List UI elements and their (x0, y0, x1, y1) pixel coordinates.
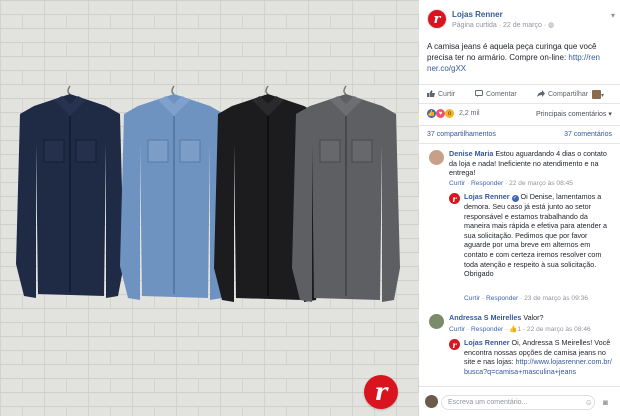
share-label: Compartilhar (548, 91, 589, 98)
comment-text: Valor? (523, 313, 544, 322)
globe-icon: ◍ (548, 22, 555, 29)
post-sidebar: r Lojas Renner Página curtida · 22 de ma… (419, 0, 620, 416)
reply-time[interactable]: 23 de março às 09:36 (524, 295, 588, 302)
like-count: 1 (517, 326, 522, 333)
reply-reply-link[interactable]: Responder (486, 295, 518, 302)
like-label: Curtir (438, 91, 456, 98)
mini-avatar-icon (592, 90, 601, 99)
post-text: A camisa jeans é aquela peça curinga que… (427, 41, 615, 74)
thumbs-up-icon (427, 90, 435, 97)
comment-like-link[interactable]: Curtir (449, 326, 465, 333)
brand-logo-letter: r (374, 377, 388, 406)
reply: Lojas Renner ✓ Oi Denise, lamentamos a d… (464, 192, 614, 279)
reply-text: Oi Denise, lamentamos a demora. Seu caso… (464, 192, 608, 269)
wow-reaction-icon: o (445, 109, 454, 118)
reply-author[interactable]: Lojas Renner (464, 192, 510, 201)
avatar (425, 395, 438, 408)
like-reaction-icon: 👍 (427, 109, 436, 118)
comment-button[interactable]: Comentar (475, 90, 517, 98)
profile-switch[interactable]: ▾ (592, 90, 604, 99)
post-photo[interactable]: r (0, 0, 419, 416)
avatar-letter: r (452, 193, 457, 204)
comment-actions: Curtir · Responder · 👍1 · 22 de março às… (449, 326, 591, 333)
share-button[interactable]: Compartilhar (537, 90, 588, 98)
avatar[interactable] (429, 150, 444, 165)
reactions-row: 👍 ♥ o 2,2 mil Principais comentários ▾ (419, 106, 620, 122)
share-icon (537, 90, 545, 97)
page-name[interactable]: Lojas Renner (452, 10, 503, 19)
comment-reply-link[interactable]: Responder (471, 326, 503, 333)
reply-signoff: Obrigado (464, 269, 494, 279)
comment-composer: Escreva um comentário... ☺ ◙ (419, 386, 620, 416)
divider (419, 143, 620, 144)
emoji-camera-icons[interactable]: ☺ ◙ (585, 398, 612, 407)
comment-reply-link[interactable]: Responder (471, 180, 503, 187)
shirt-dark-navy (16, 85, 124, 298)
action-bar: Curtir Comentar Compartilhar ▾ (419, 84, 620, 104)
post-meta-text: Página curtida · 22 de março · (452, 22, 547, 29)
reply-actions: Curtir · Responder · 23 de março às 09:3… (464, 295, 588, 302)
chevron-down-icon[interactable]: ▾ (611, 11, 615, 20)
comment-sort[interactable]: Principais comentários ▾ (536, 110, 612, 118)
share-count[interactable]: 37 compartilhamentos (427, 131, 496, 138)
comment-actions: Curtir · Responder · 22 de março às 08:4… (449, 180, 573, 187)
comment-time[interactable]: 22 de março às 08:46 (527, 326, 591, 333)
avatar[interactable]: r (449, 193, 460, 204)
verified-icon: ✓ (511, 195, 519, 202)
love-reaction-icon: ♥ (436, 109, 445, 118)
like-count-badge[interactable]: 👍1 (509, 326, 521, 333)
comment-icon (475, 90, 483, 97)
chevron-down-icon: ▾ (601, 93, 605, 99)
divider (419, 125, 620, 126)
comment: Andressa S Meirelles Valor? (449, 313, 615, 323)
comment-author[interactable]: Denise Maria (449, 149, 493, 158)
page-avatar-letter: r (433, 11, 441, 27)
comment: Denise Maria Estou aguardando 4 dias o c… (449, 149, 615, 178)
brand-logo: r (364, 375, 398, 409)
post-header: r Lojas Renner Página curtida · 22 de ma… (427, 9, 617, 35)
comment-like-link[interactable]: Curtir (449, 180, 465, 187)
share-comment-stats: 37 compartilhamentos 37 comentários (419, 128, 620, 142)
comment-label: Comentar (486, 91, 517, 98)
like-button[interactable]: Curtir (427, 90, 455, 98)
shirt-grey-denim (292, 85, 400, 302)
post-meta: Página curtida · 22 de março · ◍ (452, 21, 554, 29)
comment-input[interactable]: Escreva um comentário... (441, 395, 595, 410)
reply: Lojas Renner Oi, Andressa S Meirelles! V… (464, 338, 614, 376)
comment-count[interactable]: 37 comentários (564, 131, 612, 138)
page-avatar[interactable]: r (427, 9, 447, 29)
avatar[interactable]: r (449, 339, 460, 350)
reaction-count[interactable]: 2,2 mil (459, 110, 480, 117)
reply-author[interactable]: Lojas Renner (464, 338, 510, 347)
comment-time[interactable]: 22 de março às 08:45 (509, 180, 573, 187)
comment-author[interactable]: Andressa S Meirelles (449, 313, 521, 322)
avatar[interactable] (429, 314, 444, 329)
avatar-letter: r (452, 339, 457, 350)
reply-like-link[interactable]: Curtir (464, 295, 480, 302)
